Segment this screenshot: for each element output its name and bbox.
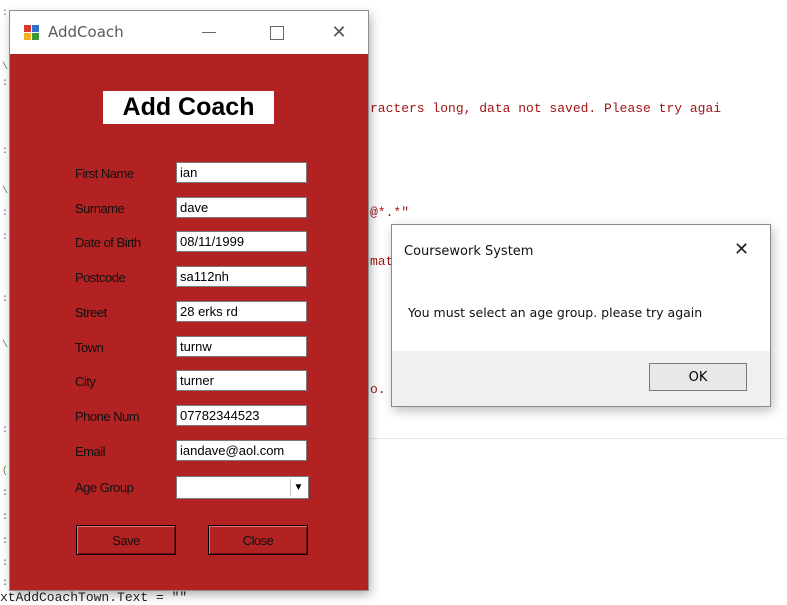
city-label: City bbox=[75, 374, 96, 389]
gutter-marker: : bbox=[2, 78, 9, 89]
town-label: Town bbox=[75, 340, 104, 355]
surname-input[interactable]: dave bbox=[176, 197, 307, 218]
add-coach-window: AddCoach ✕ Add Coach First Name ian Surn… bbox=[10, 11, 368, 590]
date-of-birth-label: Date of Birth bbox=[75, 235, 141, 250]
postcode-label: Postcode bbox=[75, 270, 126, 285]
dialog-message: You must select an age group. please try… bbox=[408, 305, 703, 320]
code-line: xtAddCoachTown.Text = "" bbox=[0, 590, 188, 605]
code-line: racters long, data not saved. Please try… bbox=[370, 101, 722, 116]
gutter-marker: \ bbox=[2, 62, 9, 73]
close-button[interactable]: Close bbox=[208, 525, 308, 555]
window-titlebar[interactable]: AddCoach ✕ bbox=[10, 11, 368, 54]
street-label: Street bbox=[75, 305, 107, 320]
gutter-marker: : bbox=[2, 578, 9, 589]
city-input[interactable]: turner bbox=[176, 370, 307, 391]
close-icon: ✕ bbox=[331, 21, 347, 43]
email-input[interactable]: iandave@aol.com bbox=[176, 440, 307, 461]
form-title: Add Coach bbox=[103, 91, 274, 124]
maximize-icon bbox=[270, 25, 284, 40]
age-group-select[interactable]: ▼ bbox=[176, 476, 309, 499]
surname-label: Surname bbox=[75, 201, 125, 216]
code-line: @*.*" bbox=[370, 205, 410, 220]
gutter-marker: : bbox=[2, 536, 9, 547]
gutter-marker: : bbox=[2, 8, 9, 19]
window-close-button[interactable]: ✕ bbox=[316, 11, 362, 54]
gutter-marker: : bbox=[2, 488, 9, 499]
phone-num-input[interactable]: 07782344523 bbox=[176, 405, 307, 426]
email-label: Email bbox=[75, 444, 106, 459]
minimize-button[interactable] bbox=[186, 11, 232, 54]
code-line: mat bbox=[370, 254, 394, 269]
gutter-marker: : bbox=[2, 208, 9, 219]
editor-divider bbox=[370, 438, 787, 439]
first-name-input[interactable]: ian bbox=[176, 162, 307, 183]
gutter-marker: : bbox=[2, 558, 9, 569]
window-title: AddCoach bbox=[48, 23, 124, 41]
age-group-label: Age Group bbox=[75, 480, 134, 495]
street-input[interactable]: 28 erks rd bbox=[176, 301, 307, 322]
phone-num-label: Phone Num bbox=[75, 409, 140, 424]
code-line: o. bbox=[370, 382, 386, 397]
gutter-marker: : bbox=[2, 512, 9, 523]
first-name-label: First Name bbox=[75, 166, 134, 181]
town-input[interactable]: turnw bbox=[176, 336, 307, 357]
gutter-marker: : bbox=[2, 294, 9, 305]
minimize-icon bbox=[202, 32, 216, 33]
save-button[interactable]: Save bbox=[76, 525, 176, 555]
app-form-icon bbox=[24, 25, 40, 41]
dropdown-arrow-icon[interactable]: ▼ bbox=[290, 479, 306, 496]
gutter-marker: : bbox=[2, 146, 9, 157]
dialog-close-icon[interactable]: ✕ bbox=[734, 239, 749, 260]
gutter-marker: \ bbox=[2, 186, 9, 197]
gutter-marker: : bbox=[2, 232, 9, 243]
gutter-marker: \ bbox=[2, 340, 9, 351]
dialog-title: Coursework System bbox=[404, 244, 534, 259]
maximize-button[interactable] bbox=[254, 11, 300, 54]
message-box-dialog: Coursework System ✕ You must select an a… bbox=[391, 224, 771, 407]
date-of-birth-input[interactable]: 08/11/1999 bbox=[176, 231, 307, 252]
dialog-footer: OK bbox=[392, 351, 770, 406]
gutter-marker: ( bbox=[2, 466, 9, 477]
gutter-marker: : bbox=[2, 425, 9, 436]
postcode-input[interactable]: sa112nh bbox=[176, 266, 307, 287]
ok-button[interactable]: OK bbox=[649, 363, 747, 391]
